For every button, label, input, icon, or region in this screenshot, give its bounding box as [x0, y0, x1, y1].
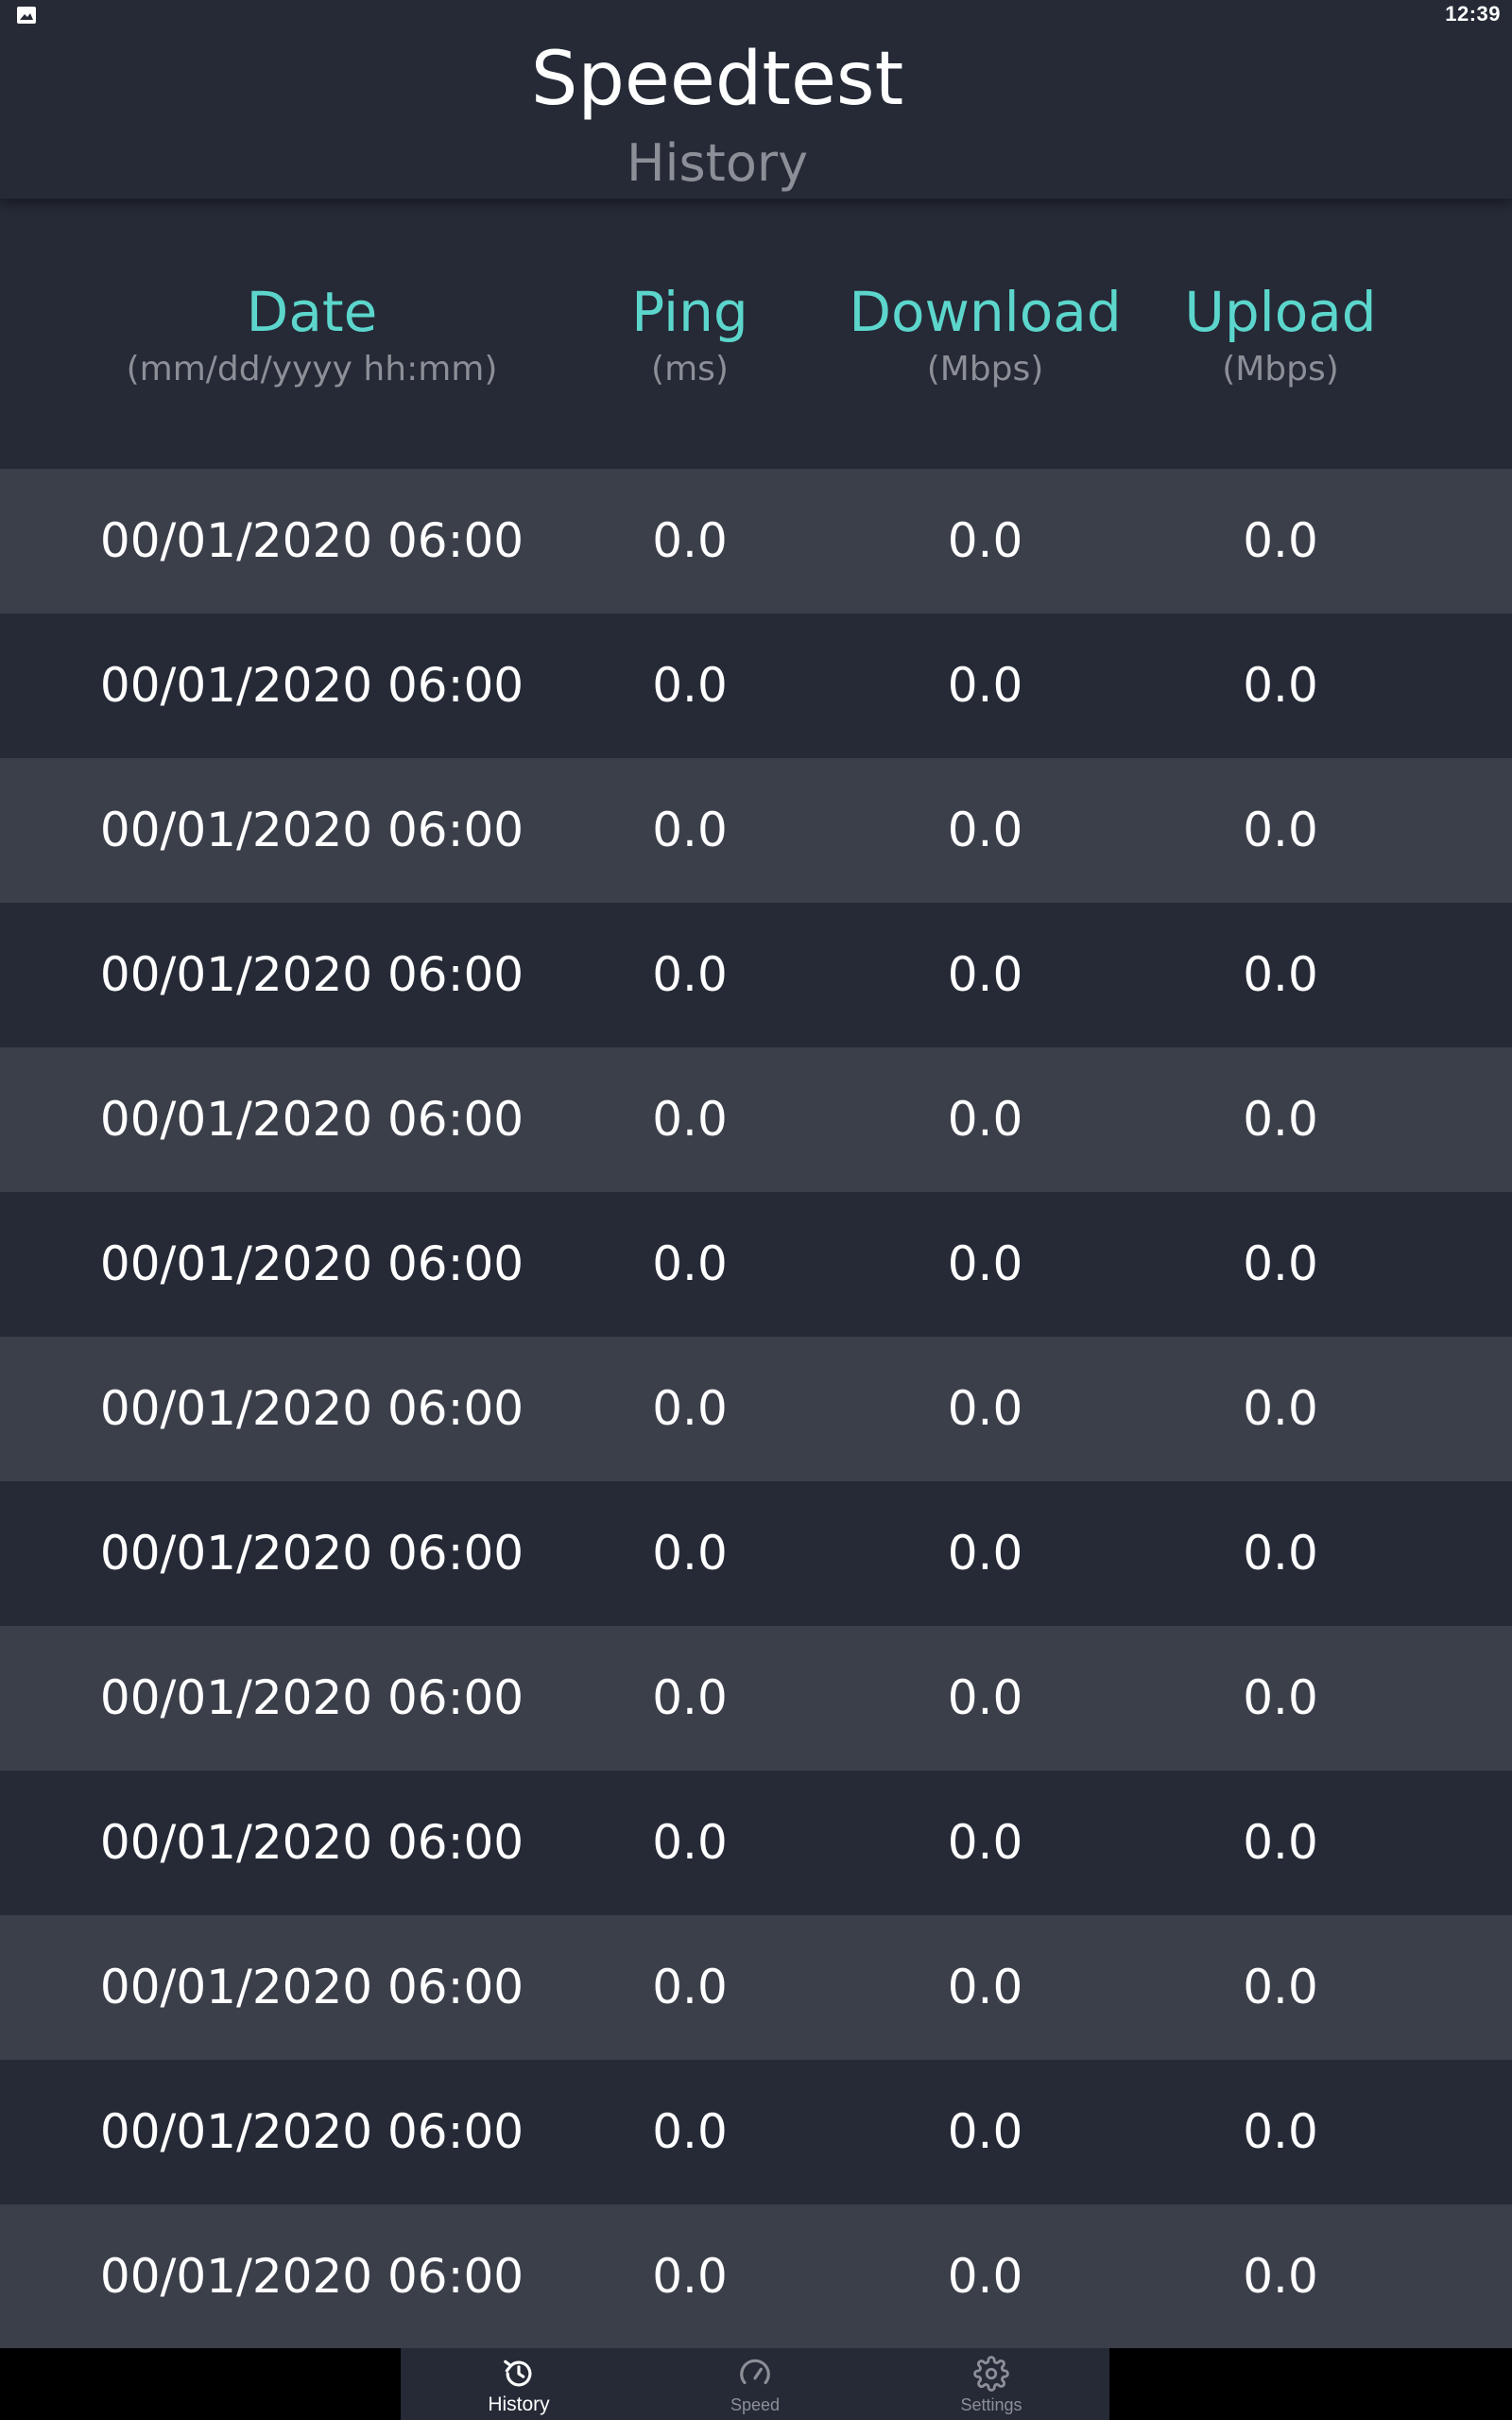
row-ping: 0.0 [652, 947, 728, 1002]
row-ping: 0.0 [652, 658, 728, 713]
history-row[interactable]: 00/01/2020 06:00 0.0 0.0 0.0 [0, 1192, 1512, 1337]
nav-label: Speed [730, 2395, 781, 2414]
row-date: 00/01/2020 06:00 [99, 1526, 524, 1581]
history-row[interactable]: 00/01/2020 06:00 0.0 0.0 0.0 [0, 1047, 1512, 1192]
row-download: 0.0 [947, 947, 1023, 1002]
row-download: 0.0 [947, 1381, 1023, 1436]
nav-item-history[interactable]: History [401, 2348, 637, 2420]
row-upload: 0.0 [1243, 947, 1318, 1002]
column-title: Upload [1184, 280, 1377, 344]
column-title: Download [849, 280, 1122, 344]
column-header-upload: Upload (Mbps) [1148, 279, 1413, 392]
row-download: 0.0 [947, 1960, 1023, 2014]
row-ping: 0.0 [652, 1960, 728, 2014]
row-upload: 0.0 [1243, 1236, 1318, 1291]
column-title: Date [246, 280, 378, 344]
row-ping: 0.0 [652, 513, 728, 568]
column-unit: (ms) [651, 350, 729, 389]
row-ping: 0.0 [652, 2104, 728, 2159]
row-upload: 0.0 [1243, 1381, 1318, 1436]
status-bar: 12:39 [0, 0, 1512, 32]
gear-icon [973, 2356, 1009, 2392]
row-date: 00/01/2020 06:00 [99, 803, 524, 857]
row-download: 0.0 [947, 658, 1023, 713]
row-upload: 0.0 [1243, 1092, 1318, 1147]
row-download: 0.0 [947, 803, 1023, 857]
history-list[interactable]: 00/01/2020 06:00 0.0 0.0 0.0 00/01/2020 … [0, 469, 1512, 2349]
row-upload: 0.0 [1243, 658, 1318, 713]
row-date: 00/01/2020 06:00 [99, 2249, 524, 2304]
nav-item-settings[interactable]: Settings [873, 2348, 1109, 2420]
column-header-date: Date (mm/dd/yyyy hh:mm) [57, 279, 567, 392]
row-date: 00/01/2020 06:00 [99, 1236, 524, 1291]
row-download: 0.0 [947, 513, 1023, 568]
history-row[interactable]: 00/01/2020 06:00 0.0 0.0 0.0 [0, 1626, 1512, 1771]
table-header: Date (mm/dd/yyyy hh:mm) Ping (ms) Downlo… [0, 199, 1512, 469]
nav-item-speed[interactable]: Speed [637, 2348, 873, 2420]
image-icon [17, 7, 36, 24]
row-download: 0.0 [947, 1670, 1023, 1725]
column-header-download: Download (Mbps) [822, 279, 1148, 392]
row-download: 0.0 [947, 1815, 1023, 1870]
history-row[interactable]: 00/01/2020 06:00 0.0 0.0 0.0 [0, 2204, 1512, 2349]
bottom-nav: History Speed Settings [401, 2348, 1109, 2420]
row-upload: 0.0 [1243, 513, 1318, 568]
row-ping: 0.0 [652, 2249, 728, 2304]
row-ping: 0.0 [652, 1236, 728, 1291]
history-row[interactable]: 00/01/2020 06:00 0.0 0.0 0.0 [0, 758, 1512, 903]
row-ping: 0.0 [652, 1815, 728, 1870]
row-date: 00/01/2020 06:00 [99, 1815, 524, 1870]
column-title: Ping [631, 280, 748, 344]
row-ping: 0.0 [652, 1526, 728, 1581]
row-download: 0.0 [947, 1526, 1023, 1581]
row-download: 0.0 [947, 1236, 1023, 1291]
history-row[interactable]: 00/01/2020 06:00 0.0 0.0 0.0 [0, 2060, 1512, 2204]
row-date: 00/01/2020 06:00 [99, 947, 524, 1002]
column-unit: (Mbps) [926, 350, 1044, 389]
row-upload: 0.0 [1243, 803, 1318, 857]
history-row[interactable]: 00/01/2020 06:00 0.0 0.0 0.0 [0, 1915, 1512, 2060]
row-date: 00/01/2020 06:00 [99, 2104, 524, 2159]
row-upload: 0.0 [1243, 1960, 1318, 2014]
row-date: 00/01/2020 06:00 [99, 1670, 524, 1725]
row-date: 00/01/2020 06:00 [99, 1960, 524, 2014]
row-date: 00/01/2020 06:00 [99, 1381, 524, 1436]
row-upload: 0.0 [1243, 1670, 1318, 1725]
speedometer-icon [740, 2359, 770, 2385]
bottom-navigation-bar: History Speed Settings [0, 2348, 1512, 2420]
row-upload: 0.0 [1243, 2249, 1318, 2304]
row-upload: 0.0 [1243, 1526, 1318, 1581]
column-unit: (Mbps) [1222, 350, 1339, 389]
history-row[interactable]: 00/01/2020 06:00 0.0 0.0 0.0 [0, 1481, 1512, 1626]
row-ping: 0.0 [652, 1381, 728, 1436]
status-clock: 12:39 [1445, 2, 1501, 26]
speedtest-history-screen: Speedtest History 12:39 Date (mm/dd/yyyy… [0, 0, 1512, 2420]
row-upload: 0.0 [1243, 1815, 1318, 1870]
nav-label: History [488, 2394, 550, 2415]
history-row[interactable]: 00/01/2020 06:00 0.0 0.0 0.0 [0, 903, 1512, 1047]
history-icon [504, 2360, 532, 2387]
row-ping: 0.0 [652, 803, 728, 857]
history-row[interactable]: 00/01/2020 06:00 0.0 0.0 0.0 [0, 1337, 1512, 1481]
row-upload: 0.0 [1243, 2104, 1318, 2159]
row-date: 00/01/2020 06:00 [99, 658, 524, 713]
row-download: 0.0 [947, 1092, 1023, 1147]
row-date: 00/01/2020 06:00 [99, 513, 524, 568]
page-subtitle: History [626, 133, 809, 193]
row-download: 0.0 [947, 2249, 1023, 2304]
history-row[interactable]: 00/01/2020 06:00 0.0 0.0 0.0 [0, 469, 1512, 614]
row-ping: 0.0 [652, 1670, 728, 1725]
history-row[interactable]: 00/01/2020 06:00 0.0 0.0 0.0 [0, 614, 1512, 758]
column-header-ping: Ping (ms) [586, 279, 794, 392]
row-date: 00/01/2020 06:00 [99, 1092, 524, 1147]
row-ping: 0.0 [652, 1092, 728, 1147]
history-row[interactable]: 00/01/2020 06:00 0.0 0.0 0.0 [0, 1771, 1512, 1915]
column-unit: (mm/dd/yyyy hh:mm) [126, 350, 498, 389]
app-title: Speedtest [530, 37, 904, 122]
nav-label: Settings [960, 2395, 1022, 2414]
row-download: 0.0 [947, 2104, 1023, 2159]
